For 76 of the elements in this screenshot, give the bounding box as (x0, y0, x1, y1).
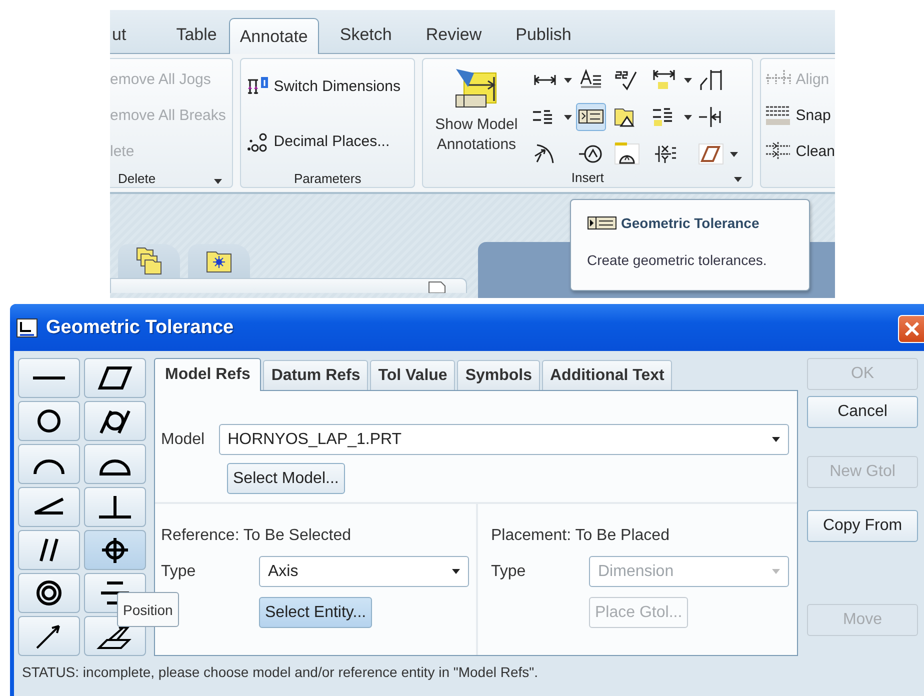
symbol-button[interactable] (84, 401, 146, 441)
line-icon (32, 376, 66, 380)
symbol-button[interactable] (84, 487, 146, 527)
navigator-tab[interactable] (118, 244, 180, 278)
ribbon-tab[interactable]: Sketch (322, 25, 409, 53)
section-heading: Placement: To Be Placed (491, 527, 670, 545)
ribbon-tab[interactable]: Table (159, 25, 229, 53)
symbol-button[interactable] (18, 487, 80, 527)
parallelogram-icon (697, 142, 726, 166)
dialog-tab[interactable]: Symbols (457, 360, 540, 390)
symbol-button[interactable] (84, 530, 146, 570)
caret-icon (772, 437, 780, 442)
select-entity-button[interactable]: Select Entity... (259, 597, 372, 628)
dialog-tab[interactable]: Tol Value (370, 360, 456, 390)
symbol-button[interactable] (18, 530, 80, 570)
symbol-button[interactable] (18, 401, 80, 441)
parallelogram-icon (95, 364, 135, 392)
dialog-button[interactable]: Cancel (807, 396, 918, 428)
symbol-button[interactable] (18, 444, 80, 484)
ribbon-tab[interactable]: Review (408, 25, 499, 53)
caret-icon (452, 569, 460, 574)
snap-grid-icon (764, 104, 792, 126)
dropdown-field[interactable]: HORNYOS_LAP_1.PRT (218, 424, 789, 455)
close-button[interactable] (898, 315, 924, 343)
caret-icon[interactable] (564, 78, 572, 82)
clean-dimension-icon (764, 140, 792, 162)
window-icon (16, 318, 38, 338)
dialog-title: Geometric Tolerance (46, 316, 234, 338)
ribbon-tab[interactable]: Annotate (228, 18, 319, 54)
tooltip-title: Geometric Tolerance (621, 215, 760, 231)
show-annotations-button[interactable]: Show Model Annotations (427, 65, 526, 167)
dialog-tab[interactable]: Model Refs (154, 358, 262, 391)
section-heading: Reference: To Be Selected (161, 527, 352, 545)
parallel-lines-icon (39, 537, 59, 563)
symbol-button[interactable] (18, 573, 80, 613)
ribbon-command[interactable]: Switch Dimensions (240, 59, 414, 114)
dropdown-value: Axis (268, 562, 298, 580)
dialog-tab[interactable]: Datum Refs (263, 360, 368, 390)
field-label: Type (491, 562, 527, 580)
folder-icon (206, 249, 232, 273)
group-label: Delete (118, 170, 156, 186)
tolerance-frame-icon (587, 216, 617, 230)
ribbon-command[interactable]: Decimal Places... (240, 114, 414, 169)
dropdown-field[interactable]: Axis (259, 556, 469, 587)
field-label: Model (161, 430, 205, 448)
group-label: Insert (571, 170, 604, 184)
symbol-button[interactable] (84, 444, 146, 484)
caret-icon[interactable] (214, 179, 222, 184)
tooltip-text: Create geometric tolerances. (587, 252, 768, 268)
document-icon (428, 281, 446, 293)
ribbon-command[interactable]: Snap (760, 97, 835, 133)
symbol-button[interactable] (18, 616, 80, 656)
dialog-button[interactable]: Copy From (807, 510, 918, 542)
dialog-tab[interactable]: Additional Text (542, 360, 672, 390)
status-text: STATUS: incomplete, please choose model and/or reference entity in "Model Refs". (22, 664, 540, 680)
ribbon-tab[interactable]: ut (110, 25, 160, 53)
caret-icon[interactable] (730, 152, 738, 156)
caret-icon[interactable] (734, 177, 742, 182)
caret-icon[interactable] (684, 78, 692, 82)
select-model-button[interactable]: Select Model... (227, 463, 345, 494)
symbol-tooltip: Position (117, 592, 179, 627)
symbol-button[interactable] (18, 358, 80, 398)
navigator-tab[interactable] (188, 244, 250, 278)
dimension-icon (534, 74, 556, 86)
folders-icon (135, 246, 163, 276)
dropdown-value: Dimension (598, 562, 674, 580)
caret-icon (772, 569, 780, 574)
symbol-button[interactable] (84, 358, 146, 398)
tool-button[interactable] (576, 103, 606, 131)
field-label: Type (161, 562, 197, 580)
dropdown-value: HORNYOS_LAP_1.PRT (228, 430, 402, 448)
group-label: Parameters (294, 170, 362, 186)
caret-icon[interactable] (684, 114, 692, 120)
ribbon-tab[interactable]: Publish (498, 25, 588, 53)
ribbon-command[interactable]: Clean (760, 133, 835, 169)
close-icon (904, 321, 920, 337)
